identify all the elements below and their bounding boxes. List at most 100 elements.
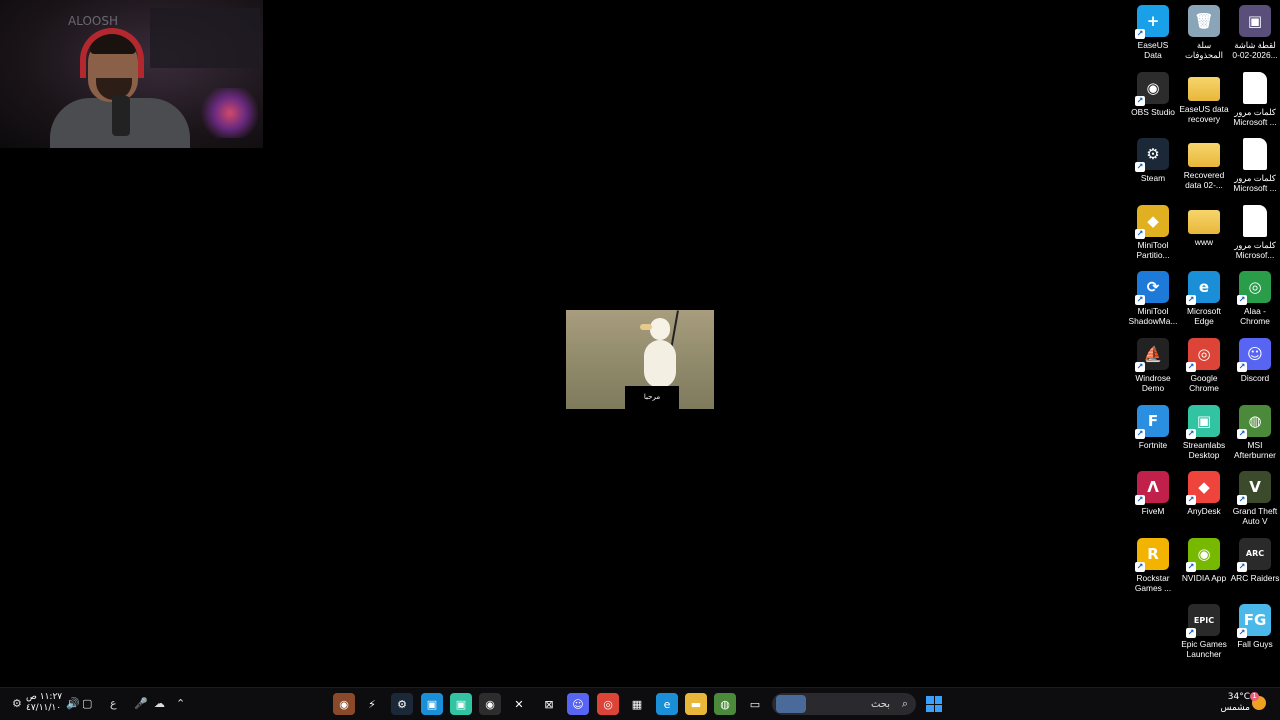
clock[interactable]: ١١:٢٧ ص ٤٧/١١/١٠ xyxy=(26,692,62,714)
taskbar-window-icon[interactable]: ▭ xyxy=(744,693,766,715)
desktop-icon-label: كلمات مرور Microsoft ... xyxy=(1233,173,1277,194)
desktop-icon[interactable]: 🗑 سلة المحذوفات xyxy=(1179,0,1229,62)
search-box[interactable]: بحث ⌕ xyxy=(772,693,916,715)
desktop-icon[interactable]: ◆AnyDesk xyxy=(1179,466,1229,528)
desktop-icon[interactable]: ◎Alaa - Chrome xyxy=(1230,266,1280,328)
desktop-icon-label: Microsoft Edge xyxy=(1187,306,1221,327)
taskbar-x-icon[interactable]: ✕ xyxy=(508,693,530,715)
desktop-icon[interactable]: VGrand Theft Auto V xyxy=(1230,466,1280,528)
recycle-bin-icon: 🗑 xyxy=(1188,5,1220,37)
chevron-up-icon[interactable]: ⌃ xyxy=(176,697,185,710)
desktop-icon[interactable]: ⚙Steam xyxy=(1128,133,1178,195)
desktop-icon-label: Steam xyxy=(1140,173,1166,184)
chrome-icon: ◎ xyxy=(1186,338,1220,372)
desktop-icon[interactable]: ▣Streamlabs Desktop xyxy=(1179,400,1229,462)
desktop-icon-label: MiniTool Partitio... xyxy=(1136,239,1170,260)
nvidia-icon: ◉ xyxy=(1186,537,1220,572)
desktop-icon[interactable]: كلمات مرور Microsoft ... xyxy=(1230,133,1280,195)
desktop-icon-label: Rockstar Games ... xyxy=(1134,572,1172,593)
taskbar-msi-icon[interactable]: ◍ xyxy=(714,693,736,715)
desktop-icon-label: Fall Guys xyxy=(1237,639,1273,650)
desktop-icon[interactable]: RRockstar Games ... xyxy=(1128,533,1178,595)
desktop-icon-label: Epic Games Launcher xyxy=(1181,639,1227,660)
desktop-icon[interactable]: eMicrosoft Edge xyxy=(1179,266,1229,328)
settings-icon[interactable]: ⚙ xyxy=(12,697,22,710)
rgb-lights xyxy=(200,88,260,138)
taskbar-streamlabs-icon[interactable]: ▣ xyxy=(450,693,472,715)
desktop-icon-label: Google Chrome xyxy=(1189,373,1219,393)
onedrive-icon[interactable]: ☁ xyxy=(154,697,165,710)
webcam-watermark: ALOOSH xyxy=(68,14,118,28)
desktop-icon-label: ARC Raiders xyxy=(1230,572,1280,583)
duck-beak xyxy=(640,324,652,330)
headset-icon xyxy=(80,28,144,78)
document-icon xyxy=(1243,204,1267,237)
desktop-icon[interactable]: ARCARC Raiders xyxy=(1230,533,1280,595)
weather-temp: 34°C xyxy=(1227,692,1250,702)
discord-icon: ☺ xyxy=(1237,338,1271,372)
clock-time: ١١:٢٧ ص xyxy=(26,692,63,702)
taskbar-xbox-icon[interactable]: ⊠ xyxy=(538,693,560,715)
desktop-icon-label: FiveM xyxy=(1141,506,1165,517)
duck-gif-popup[interactable]: مرحبا xyxy=(566,310,714,409)
desktop-icon-label: MiniTool ShadowMa... xyxy=(1128,306,1178,327)
language-indicator[interactable]: ع xyxy=(110,697,117,710)
taskbar-app-1-icon[interactable]: ◉ xyxy=(333,693,355,715)
desktop-icon[interactable]: كلمات مرور Microsoft ... xyxy=(1230,67,1280,129)
desktop-icon[interactable]: Recovered data 02-... xyxy=(1179,133,1229,195)
desktop-icon[interactable]: كلمات مرور Microsof... xyxy=(1230,200,1280,262)
desktop-icon-label: NVIDIA App xyxy=(1181,572,1227,583)
taskbar-steam-icon[interactable]: ⚙ xyxy=(391,693,413,715)
weather-widget[interactable]: 34°C مشمس xyxy=(1218,692,1250,714)
microphone-icon xyxy=(112,96,130,136)
desktop-icon-label: Fortnite xyxy=(1138,439,1168,450)
desktop-icon-label: Grand Theft Auto V xyxy=(1232,506,1278,527)
desktop-icon[interactable]: ▣ لقطة شاشة 2026-02-0... xyxy=(1230,0,1280,62)
desktop-icon[interactable]: FFortnite xyxy=(1128,400,1178,462)
desktop-icon-label: كلمات مرور Microsoft ... xyxy=(1233,106,1277,127)
document-icon xyxy=(1243,71,1267,104)
desktop-icon[interactable]: ◎Google Chrome xyxy=(1179,333,1229,395)
taskbar-edge-icon[interactable]: e xyxy=(656,693,678,715)
desktop-icon[interactable]: +EaseUS Data Recovery ... xyxy=(1128,0,1178,62)
edge-icon: e xyxy=(1186,271,1220,306)
desktop-icon[interactable]: ◆MiniTool Partitio... xyxy=(1128,200,1178,262)
duck-head xyxy=(650,318,670,340)
taskbar-discord-icon[interactable]: ☺ xyxy=(567,693,589,715)
fall-guys-icon: FG xyxy=(1237,604,1271,639)
start-button[interactable] xyxy=(926,696,942,712)
desktop-icon[interactable]: ΛFiveM xyxy=(1128,466,1178,528)
msi-afterburner-icon: ◍ xyxy=(1237,404,1271,439)
desktop-icon[interactable]: ☺Discord xyxy=(1230,333,1280,395)
network-icon[interactable]: ▢ xyxy=(82,697,92,710)
desktop-icon[interactable]: FGFall Guys xyxy=(1230,599,1280,661)
search-icon: ⌕ xyxy=(901,697,908,710)
epic-games-icon: EPIC xyxy=(1186,604,1220,639)
obs-icon: ◉ xyxy=(1135,71,1169,106)
taskbar-app-2-icon[interactable]: ⚡ xyxy=(361,693,383,715)
taskbar-app-4-icon[interactable]: ▣ xyxy=(421,693,443,715)
desktop-icon[interactable]: ⟳MiniTool ShadowMa... xyxy=(1128,266,1178,328)
desktop-icon[interactable]: ⛵Windrose Demo xyxy=(1128,333,1178,395)
desktop-icon[interactable]: EPICEpic Games Launcher xyxy=(1179,599,1229,661)
volume-icon[interactable]: 🔊 xyxy=(66,697,80,710)
duck-body xyxy=(644,340,676,388)
desktop-icon-grid: +EaseUS Data Recovery ... 🗑 سلة المحذوفات ▣… xyxy=(1120,0,1280,690)
desktop-icon[interactable]: www xyxy=(1179,200,1229,262)
microphone-tray-icon[interactable]: 🎤 xyxy=(134,697,148,710)
gif-caption: مرحبا xyxy=(625,386,679,409)
anydesk-icon: ◆ xyxy=(1186,471,1220,506)
taskbar-chrome-icon[interactable]: ◎ xyxy=(597,693,619,715)
desktop-icon[interactable]: ◍MSI Afterburner xyxy=(1230,400,1280,462)
taskbar-explorer-icon[interactable]: ▬ xyxy=(685,693,707,715)
taskbar-store-icon[interactable]: ▦ xyxy=(626,693,648,715)
steam-icon: ⚙ xyxy=(1135,138,1169,173)
chrome-profile-icon: ◎ xyxy=(1237,271,1271,306)
desktop-icon[interactable]: EaseUS data recovery xyxy=(1179,67,1229,129)
folder-icon xyxy=(1188,76,1220,101)
desktop-icon[interactable]: ◉NVIDIA App xyxy=(1179,533,1229,595)
desktop-icon[interactable]: ◉OBS Studio xyxy=(1128,67,1178,129)
folder-icon xyxy=(1188,209,1220,234)
rockstar-icon: R xyxy=(1135,537,1169,572)
taskbar-obs-icon[interactable]: ◉ xyxy=(479,693,501,715)
